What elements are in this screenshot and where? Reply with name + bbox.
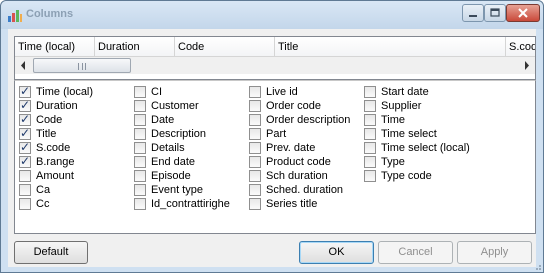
column-checkbox[interactable]: [134, 86, 146, 98]
scrollbar-grip: [78, 63, 86, 70]
column-checkbox-label: Prev. date: [266, 142, 316, 154]
column-checkbox[interactable]: [19, 84, 31, 98]
column-header[interactable]: S.cod: [506, 37, 535, 56]
column-checkbox-label: Product code: [266, 156, 331, 168]
column-checkbox[interactable]: [364, 100, 376, 112]
column-checkbox-label: Start date: [381, 86, 429, 98]
column-checkbox[interactable]: [19, 98, 31, 112]
column-header[interactable]: Title: [275, 37, 506, 56]
column-checkbox[interactable]: [134, 142, 146, 154]
dialog-content: Time (local) Duration Code Title S.cod ✓…: [8, 29, 536, 267]
column-checkbox[interactable]: [364, 114, 376, 126]
column-checkbox-label: Ca: [36, 184, 51, 196]
columns-chart-icon: [8, 10, 22, 22]
scrollbar-thumb[interactable]: [33, 58, 131, 73]
column-checkbox[interactable]: [19, 112, 31, 126]
column-checkbox[interactable]: [249, 86, 261, 98]
title-bar[interactable]: Columns: [1, 1, 543, 29]
column-checkbox-label: Time select: [381, 128, 437, 140]
column-checkbox-label: Type code: [381, 170, 432, 182]
column-checkbox[interactable]: [134, 114, 146, 126]
column-checkbox-label: Customer: [151, 100, 199, 112]
maximize-button[interactable]: [484, 4, 506, 22]
default-button[interactable]: Default: [14, 241, 88, 264]
column-checkbox[interactable]: [19, 140, 31, 154]
column-checkbox[interactable]: [249, 198, 261, 210]
column-checkbox[interactable]: [249, 142, 261, 154]
column-checkbox-label: Id_contrattirighe: [151, 198, 230, 210]
scroll-right-arrow-icon: [525, 61, 529, 70]
cancel-button[interactable]: Cancel: [378, 241, 453, 264]
close-button[interactable]: [506, 4, 540, 22]
column-preview-list: Time (local) Duration Code Title S.cod: [14, 36, 536, 80]
column-checkbox-label: Type: [381, 156, 405, 168]
column-checkbox[interactable]: [19, 198, 31, 210]
column-header[interactable]: Code: [175, 37, 275, 56]
column-checkbox[interactable]: [249, 156, 261, 168]
scroll-right-button[interactable]: [518, 57, 535, 74]
column-checkbox-label: Date: [151, 114, 175, 126]
column-checkbox-label: Time: [381, 114, 406, 126]
column-checkbox-label: Title: [36, 128, 57, 140]
columns-dialog: Columns Time (local) Duration Code Title: [0, 0, 544, 273]
column-checkbox[interactable]: [364, 128, 376, 140]
column-checkbox[interactable]: [134, 100, 146, 112]
column-checkbox-label: Sch duration: [266, 170, 328, 182]
column-checkbox[interactable]: [134, 184, 146, 196]
column-checkbox[interactable]: [364, 86, 376, 98]
column-checkbox-label: Part: [266, 128, 287, 140]
column-checkbox[interactable]: [19, 126, 31, 140]
ok-button[interactable]: OK: [299, 241, 374, 264]
column-checkbox[interactable]: [19, 170, 31, 182]
scroll-left-arrow-icon: [21, 61, 25, 70]
column-checkbox-label: Event type: [151, 184, 203, 196]
minimize-button[interactable]: [462, 4, 484, 22]
column-checkbox-label: Time (local): [36, 86, 94, 98]
column-header[interactable]: Duration: [95, 37, 175, 56]
column-checkbox[interactable]: [364, 156, 376, 168]
column-checkbox-label: Time select (local): [381, 142, 470, 154]
column-checkbox-label: Episode: [151, 170, 191, 182]
column-checkbox-label: CI: [151, 86, 162, 98]
column-checkbox-label: Description: [151, 128, 207, 140]
column-checkbox[interactable]: [249, 170, 261, 182]
column-checkbox-label: Live id: [266, 86, 298, 98]
column-checkbox-label: Order description: [266, 114, 351, 126]
column-headers: Time (local) Duration Code Title S.cod: [15, 37, 535, 57]
column-checkbox-label: Cc: [36, 198, 50, 210]
close-icon: [518, 8, 528, 18]
column-checkbox-label: Code: [36, 114, 63, 126]
apply-button[interactable]: Apply: [457, 241, 532, 264]
horizontal-scrollbar[interactable]: [15, 57, 535, 74]
window-title: Columns: [26, 8, 74, 20]
column-checkbox-label: B.range: [36, 156, 75, 168]
column-checkbox[interactable]: [249, 100, 261, 112]
column-checkbox-label: Series title: [266, 198, 318, 210]
column-header[interactable]: Time (local): [15, 37, 95, 56]
column-checkbox[interactable]: [249, 184, 261, 196]
scroll-left-button[interactable]: [15, 57, 32, 74]
minimize-icon: [469, 15, 477, 17]
column-checkbox-label: Details: [151, 142, 185, 154]
column-checkbox[interactable]: [134, 198, 146, 210]
column-checkbox-label: Supplier: [381, 100, 422, 112]
resize-grip-icon[interactable]: [532, 261, 542, 271]
column-checkbox[interactable]: [364, 142, 376, 154]
column-checkbox-label: S.code: [36, 142, 71, 154]
column-checkbox-label: Order code: [266, 100, 322, 112]
column-checkbox[interactable]: [134, 156, 146, 168]
column-checkbox-label: Duration: [36, 100, 78, 112]
column-checkbox[interactable]: [249, 114, 261, 126]
column-checkbox[interactable]: [19, 184, 31, 196]
column-checklist: Time (local) Duration Code Title S.code B.ran…: [14, 80, 536, 234]
column-checkbox[interactable]: [134, 128, 146, 140]
column-checkbox[interactable]: [364, 170, 376, 182]
column-checkbox-label: Sched. duration: [266, 184, 344, 196]
column-checkbox[interactable]: [249, 128, 261, 140]
column-checkbox[interactable]: [19, 154, 31, 168]
column-checkbox-label: End date: [151, 156, 196, 168]
column-checkbox-label: Amount: [36, 170, 74, 182]
maximize-icon: [490, 8, 500, 17]
column-checkbox[interactable]: [134, 170, 146, 182]
